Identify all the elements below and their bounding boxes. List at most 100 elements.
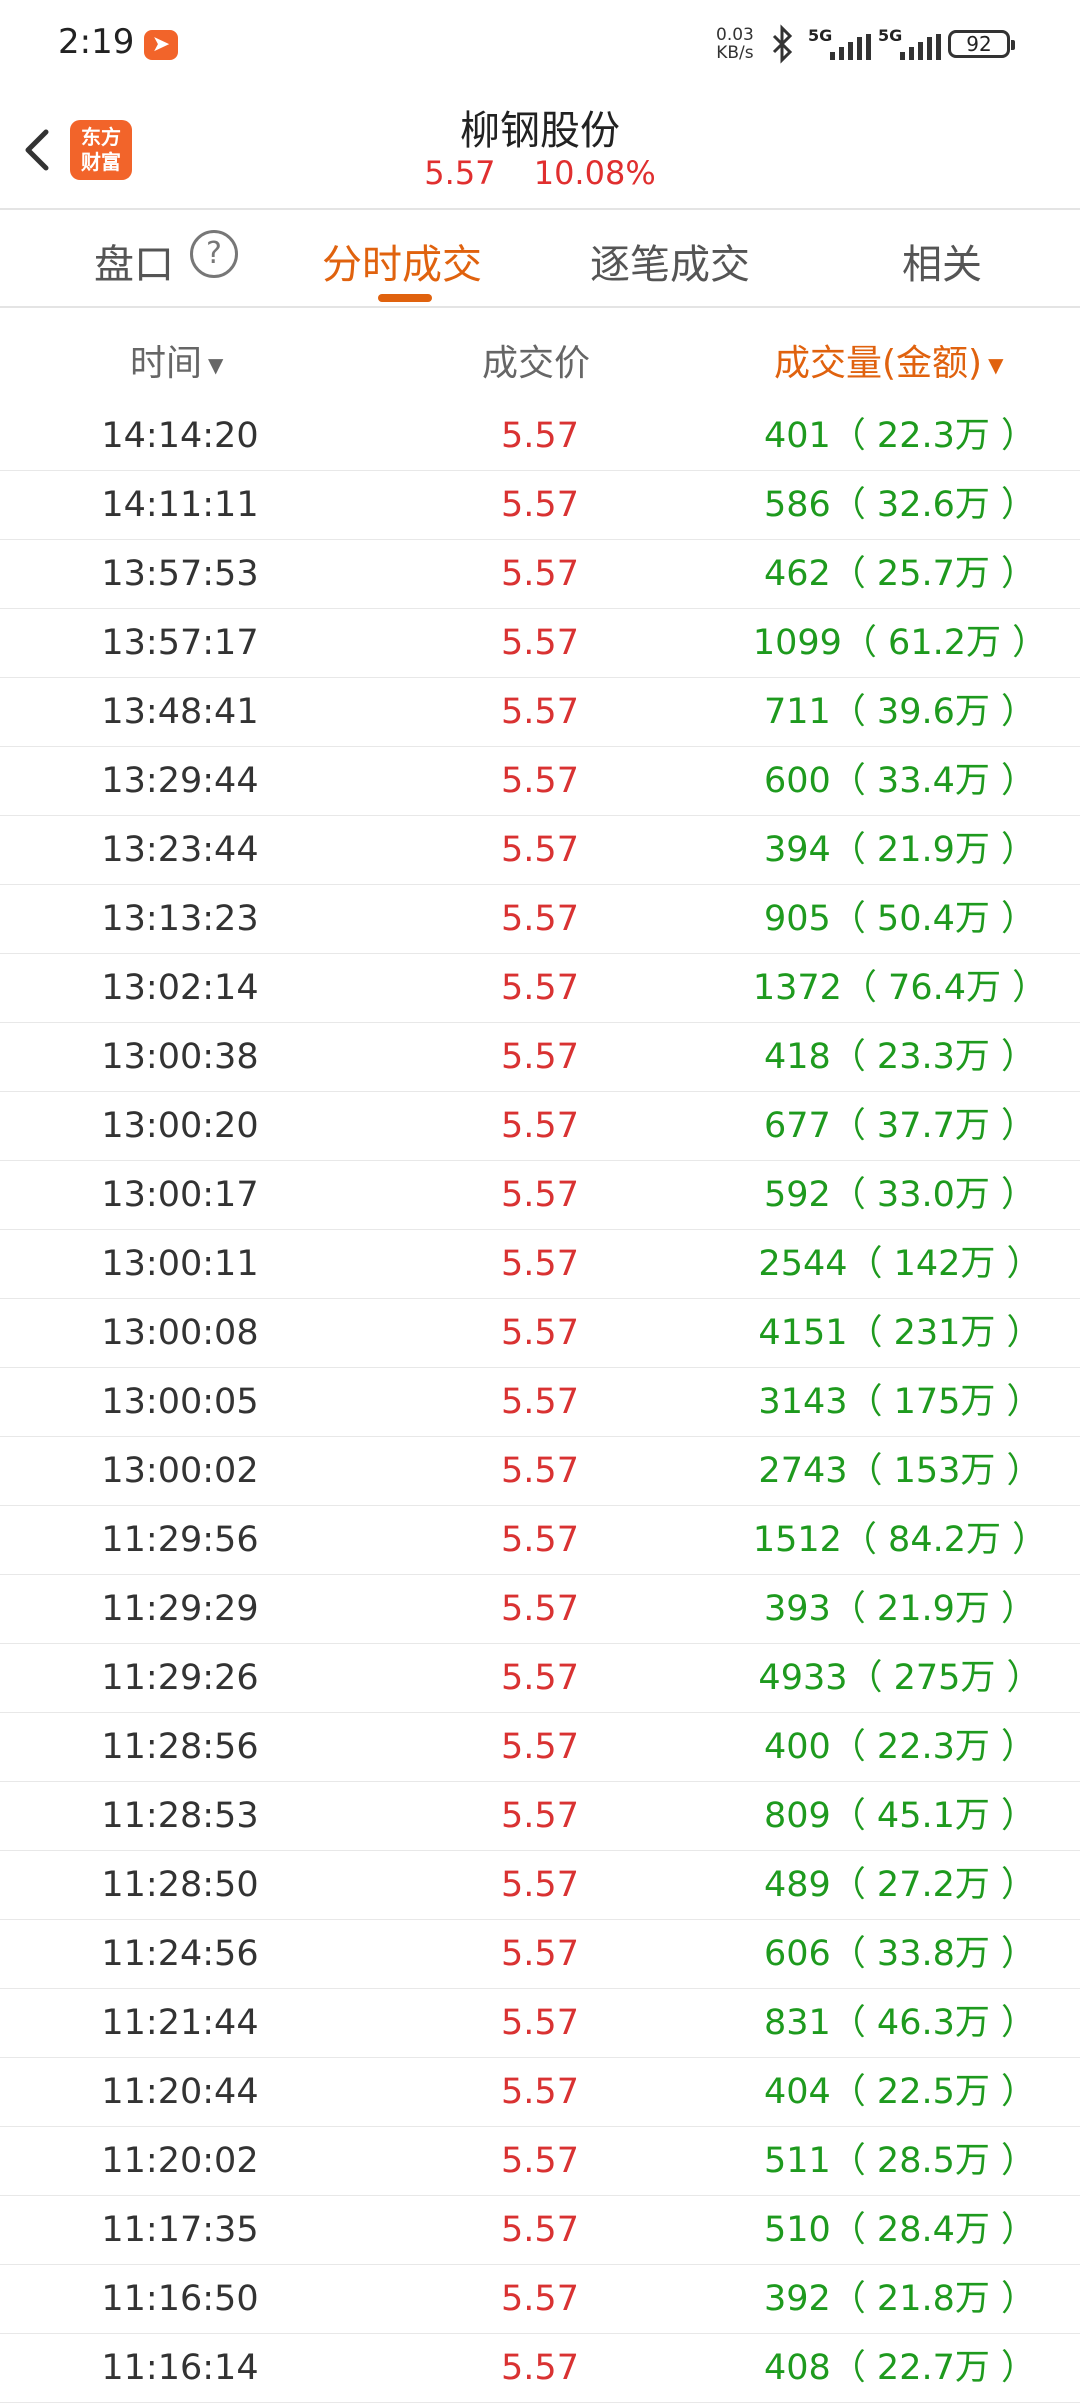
trade-volume: 418（ 23.3万 ） xyxy=(764,1037,1036,1077)
trade-time: 13:00:38 xyxy=(101,1037,259,1077)
bluetooth-icon xyxy=(772,24,793,64)
trade-time: 11:29:26 xyxy=(101,1658,259,1698)
trade-volume: 905（ 50.4万 ） xyxy=(764,899,1036,939)
table-row[interactable]: 13:02:14 5.57 1372（ 76.4万 ） xyxy=(0,954,1080,1023)
trade-time: 11:21:44 xyxy=(101,2003,259,2043)
trade-price: 5.57 xyxy=(501,1244,579,1284)
table-row[interactable]: 11:20:02 5.57 511（ 28.5万 ） xyxy=(0,2127,1080,2196)
trade-list: 14:14:20 5.57 401（ 22.3万 ） 14:11:11 5.57 586… xyxy=(0,402,1080,2403)
trade-time: 14:14:20 xyxy=(101,416,259,456)
trade-time: 13:29:44 xyxy=(101,761,259,801)
trade-price: 5.57 xyxy=(501,2141,579,2181)
trade-price: 5.57 xyxy=(501,416,579,456)
trade-time: 11:24:56 xyxy=(101,1934,259,1974)
stock-change-pct: 10.08% xyxy=(533,154,656,192)
trade-price: 5.57 xyxy=(501,2072,579,2112)
table-row[interactable]: 11:28:50 5.57 489（ 27.2万 ） xyxy=(0,1851,1080,1920)
table-row[interactable]: 11:24:56 5.57 606（ 33.8万 ） xyxy=(0,1920,1080,1989)
table-row[interactable]: 11:17:35 5.57 510（ 28.4万 ） xyxy=(0,2196,1080,2265)
table-row[interactable]: 11:28:56 5.57 400（ 22.3万 ） xyxy=(0,1713,1080,1782)
sort-down-icon: ▼ xyxy=(988,353,1004,377)
table-row[interactable]: 13:13:23 5.57 905（ 50.4万 ） xyxy=(0,885,1080,954)
feishu-icon: ➤ xyxy=(144,30,178,60)
trade-price: 5.57 xyxy=(501,1175,579,1215)
table-row[interactable]: 11:20:44 5.57 404（ 22.5万 ） xyxy=(0,2058,1080,2127)
trade-time: 11:28:53 xyxy=(101,1796,259,1836)
trade-volume: 394（ 21.9万 ） xyxy=(764,830,1036,870)
trade-volume: 1512（ 84.2万 ） xyxy=(752,1520,1048,1560)
table-row[interactable]: 13:00:17 5.57 592（ 33.0万 ） xyxy=(0,1161,1080,1230)
help-icon[interactable]: ? xyxy=(190,230,238,278)
column-header-volume[interactable]: 成交量(金额) ▼ xyxy=(774,334,1003,386)
table-row[interactable]: 13:57:53 5.57 462（ 25.7万 ） xyxy=(0,540,1080,609)
trade-time: 13:00:08 xyxy=(101,1313,259,1353)
trade-volume: 489（ 27.2万 ） xyxy=(764,1865,1036,1905)
table-row[interactable]: 13:00:05 5.57 3143（ 175万 ） xyxy=(0,1368,1080,1437)
status-bar: 2:19 ➤ 0.03 KB/s 5G 5G 92 xyxy=(0,0,1080,92)
table-row[interactable]: 13:57:17 5.57 1099（ 61.2万 ） xyxy=(0,609,1080,678)
trade-volume: 4933（ 275万 ） xyxy=(758,1658,1042,1698)
network-speed: 0.03 KB/s xyxy=(716,26,754,62)
table-row[interactable]: 11:29:26 5.57 4933（ 275万 ） xyxy=(0,1644,1080,1713)
trade-price: 5.57 xyxy=(501,692,579,732)
trade-price: 5.57 xyxy=(501,1658,579,1698)
table-row[interactable]: 11:16:50 5.57 392（ 21.8万 ） xyxy=(0,2265,1080,2334)
trade-price: 5.57 xyxy=(501,1865,579,1905)
trade-volume: 400（ 22.3万 ） xyxy=(764,1727,1036,1767)
trade-volume: 711（ 39.6万 ） xyxy=(764,692,1036,732)
table-row[interactable]: 13:48:41 5.57 711（ 39.6万 ） xyxy=(0,678,1080,747)
trade-time: 13:00:02 xyxy=(101,1451,259,1491)
table-row[interactable]: 13:00:38 5.57 418（ 23.3万 ） xyxy=(0,1023,1080,1092)
trade-price: 5.57 xyxy=(501,1313,579,1353)
table-row[interactable]: 11:16:14 5.57 408（ 22.7万 ） xyxy=(0,2334,1080,2403)
table-row[interactable]: 11:29:56 5.57 1512（ 84.2万 ） xyxy=(0,1506,1080,1575)
trade-volume: 404（ 22.5万 ） xyxy=(764,2072,1036,2112)
trade-price: 5.57 xyxy=(501,1934,579,1974)
trade-price: 5.57 xyxy=(501,623,579,663)
column-header-time[interactable]: 时间 ▼ xyxy=(130,334,223,386)
trade-time: 13:00:11 xyxy=(101,1244,259,1284)
tab-intraday-trades[interactable]: 分时成交 xyxy=(322,232,482,290)
table-row[interactable]: 13:23:44 5.57 394（ 21.9万 ） xyxy=(0,816,1080,885)
trade-price: 5.57 xyxy=(501,968,579,1008)
trade-volume: 2544（ 142万 ） xyxy=(758,1244,1042,1284)
network-speed-unit: KB/s xyxy=(716,43,754,63)
table-row[interactable]: 14:14:20 5.57 401（ 22.3万 ） xyxy=(0,402,1080,471)
trade-price: 5.57 xyxy=(501,1520,579,1560)
table-row[interactable]: 13:00:20 5.57 677（ 37.7万 ） xyxy=(0,1092,1080,1161)
trade-price: 5.57 xyxy=(501,2279,579,2319)
trade-price: 5.57 xyxy=(501,554,579,594)
stock-quote: 5.57 10.08% xyxy=(0,154,1080,192)
trade-volume: 592（ 33.0万 ） xyxy=(764,1175,1036,1215)
trade-volume: 606（ 33.8万 ） xyxy=(764,1934,1036,1974)
tab-tick-trades[interactable]: 逐笔成交 xyxy=(590,232,750,290)
trade-price: 5.57 xyxy=(501,1451,579,1491)
trade-volume: 586（ 32.6万 ） xyxy=(764,485,1036,525)
table-row[interactable]: 13:00:11 5.57 2544（ 142万 ） xyxy=(0,1230,1080,1299)
trade-volume: 600（ 33.4万 ） xyxy=(764,761,1036,801)
trade-time: 13:00:05 xyxy=(101,1382,259,1422)
column-header-time-label: 时间 xyxy=(130,343,203,384)
tab-order-book[interactable]: 盘口 xyxy=(94,232,174,290)
stock-price: 5.57 xyxy=(424,154,496,192)
trade-price: 5.57 xyxy=(501,485,579,525)
trade-time: 13:13:23 xyxy=(101,899,259,939)
trade-volume: 3143（ 175万 ） xyxy=(758,1382,1042,1422)
column-header-volume-label: 成交量(金额) xyxy=(774,343,983,384)
trade-volume: 393（ 21.9万 ） xyxy=(764,1589,1036,1629)
tab-related[interactable]: 相关 xyxy=(902,232,982,290)
signal-icon-sim2: 5G xyxy=(878,26,942,62)
table-row[interactable]: 13:00:08 5.57 4151（ 231万 ） xyxy=(0,1299,1080,1368)
trade-price: 5.57 xyxy=(501,1106,579,1146)
trade-price: 5.57 xyxy=(501,1727,579,1767)
table-row[interactable]: 14:11:11 5.57 586（ 32.6万 ） xyxy=(0,471,1080,540)
table-row[interactable]: 13:29:44 5.57 600（ 33.4万 ） xyxy=(0,747,1080,816)
table-row[interactable]: 11:28:53 5.57 809（ 45.1万 ） xyxy=(0,1782,1080,1851)
trade-time: 11:17:35 xyxy=(101,2210,259,2250)
trade-time: 11:20:02 xyxy=(101,2141,259,2181)
trade-time: 13:57:17 xyxy=(101,623,259,663)
table-row[interactable]: 13:00:02 5.57 2743（ 153万 ） xyxy=(0,1437,1080,1506)
trade-time: 13:48:41 xyxy=(101,692,259,732)
table-row[interactable]: 11:29:29 5.57 393（ 21.9万 ） xyxy=(0,1575,1080,1644)
table-row[interactable]: 11:21:44 5.57 831（ 46.3万 ） xyxy=(0,1989,1080,2058)
